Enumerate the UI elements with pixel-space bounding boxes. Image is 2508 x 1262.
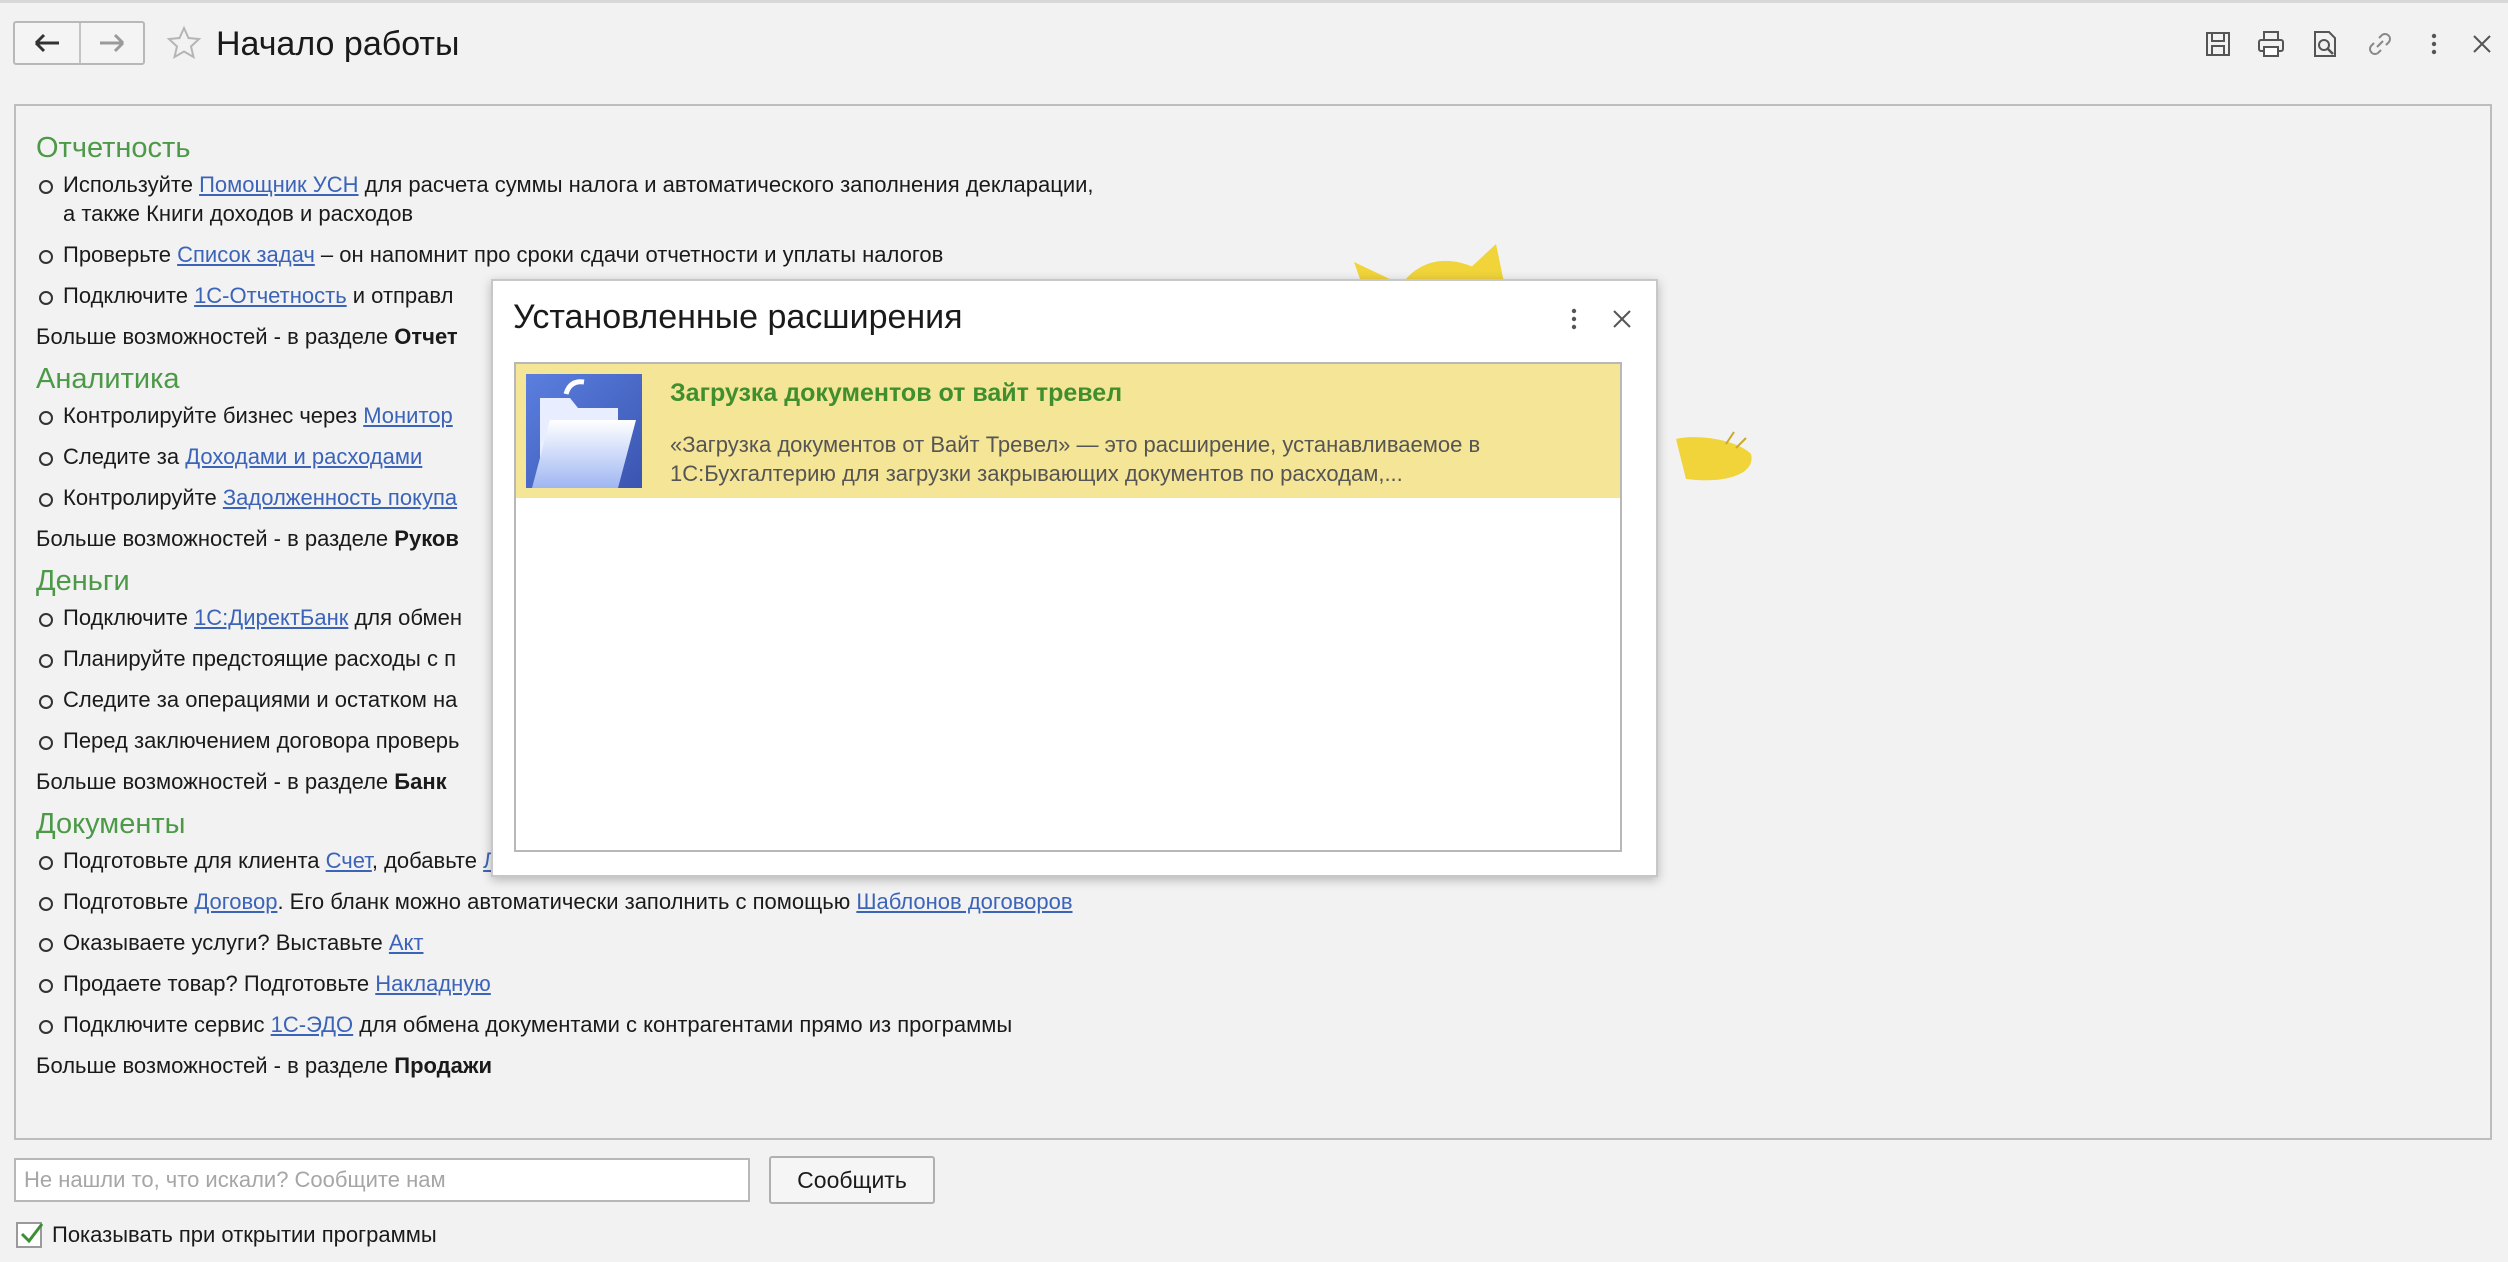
item-text: Перед заключением договора проверь <box>63 728 460 753</box>
preview-icon <box>2314 31 2336 57</box>
help-link[interactable]: Доходами и расходами <box>185 444 422 469</box>
section-name[interactable]: Руков <box>394 526 459 551</box>
show-on-open-option[interactable]: Показывать при открытии программы <box>16 1222 437 1248</box>
help-link[interactable]: 1С-ЭДО <box>271 1012 354 1037</box>
header: Начало работы <box>0 0 2508 90</box>
item-text: Используйте <box>63 172 200 197</box>
show-on-open-label: Показывать при открытии программы <box>52 1222 437 1247</box>
save-button[interactable] <box>2200 26 2236 62</box>
item-text: . Его бланк можно автоматически заполнит… <box>277 889 857 914</box>
extension-description: «Загрузка документов от Вайт Тревел» — э… <box>670 430 1600 488</box>
section-name[interactable]: Отчет <box>394 324 457 349</box>
list-item: Используйте Помощник УСН для расчета сум… <box>36 170 1736 228</box>
item-text: для расчета суммы налога и автоматическо… <box>358 172 1094 197</box>
link-button[interactable] <box>2362 26 2398 62</box>
preview-button[interactable] <box>2307 26 2343 62</box>
forward-arrow-icon <box>100 33 125 53</box>
report-button[interactable]: Сообщить <box>769 1156 935 1204</box>
item-text: Контролируйте <box>63 485 223 510</box>
help-link[interactable]: Договор <box>194 889 277 914</box>
help-link[interactable]: 1С:ДиректБанк <box>194 605 348 630</box>
more-features-label: Больше возможностей - в разделе <box>36 769 395 794</box>
help-link[interactable]: Накладную <box>375 971 491 996</box>
back-arrow-icon <box>34 33 59 53</box>
back-button[interactable] <box>15 23 79 63</box>
item-text: а также Книги доходов и расходов <box>63 201 414 226</box>
section-name[interactable]: Продажи <box>394 1053 492 1078</box>
installed-extensions-dialog: Установленные расширения Загрузка докуме… <box>491 279 1658 877</box>
item-text: Подготовьте для клиента <box>63 848 326 873</box>
help-link[interactable]: Счет <box>326 848 372 873</box>
show-on-open-checkbox[interactable] <box>16 1222 44 1248</box>
item-text: Контролируйте бизнес через <box>63 403 364 428</box>
list-item: Подготовьте Договор. Его бланк можно авт… <box>36 887 1736 916</box>
more-icon <box>2431 33 2437 55</box>
help-link[interactable]: Список задач <box>177 242 315 267</box>
item-text: для обмена документами с контрагентами п… <box>353 1012 1013 1037</box>
item-text: – он напомнит про сроки сдачи отчетности… <box>314 242 944 267</box>
item-text: для обмен <box>348 605 463 630</box>
nav-buttons <box>13 21 145 65</box>
more-features-label: Больше возможностей - в разделе <box>36 324 395 349</box>
checkmark-icon <box>20 1223 44 1244</box>
help-link[interactable]: Задолженность покупа <box>223 485 457 510</box>
help-link[interactable]: Помощник УСН <box>199 172 358 197</box>
close-icon[interactable] <box>1608 305 1636 333</box>
item-text: Подготовьте <box>63 889 195 914</box>
extension-description-line: «Загрузка документов от Вайт Тревел» — э… <box>670 432 1481 457</box>
item-text: Оказываете услуги? Выставьте <box>63 930 389 955</box>
section-name[interactable]: Банк <box>394 769 446 794</box>
extension-name: Загрузка документов от вайт тревел <box>670 379 1123 407</box>
extension-folder-icon <box>526 374 642 488</box>
extension-description-line: 1С:Бухгалтерию для загрузки закрывающих … <box>670 461 1403 486</box>
help-link[interactable]: 1С-Отчетность <box>194 283 347 308</box>
extensions-list[interactable]: Загрузка документов от вайт тревел «Загр… <box>514 362 1622 852</box>
more-features-label: Больше возможностей - в разделе <box>36 526 395 551</box>
link-icon <box>2369 33 2391 55</box>
help-link[interactable]: Монитор <box>363 403 453 428</box>
more-features-text: Больше возможностей - в разделе Продажи <box>36 1051 1736 1080</box>
help-link[interactable]: Акт <box>389 930 424 955</box>
help-link[interactable]: Шаблонов договоров <box>856 889 1072 914</box>
item-text: Подключите <box>63 605 195 630</box>
forward-button[interactable] <box>79 23 143 63</box>
list-item: Продаете товар? Подготовьте Накладную <box>36 969 1736 998</box>
item-text: , добавьте <box>371 848 484 873</box>
list-item: Оказываете услуги? Выставьте Акт <box>36 928 1736 957</box>
feedback-input[interactable] <box>14 1158 750 1202</box>
save-icon <box>2206 32 2230 56</box>
print-icon <box>2258 31 2284 57</box>
more-features-label: Больше возможностей - в разделе <box>36 1053 395 1078</box>
close-icon <box>2473 35 2491 53</box>
item-text: Следите за операциями и остатком на <box>63 687 458 712</box>
more-icon[interactable] <box>1562 305 1586 333</box>
item-text: Проверьте <box>63 242 178 267</box>
dialog-title: Установленные расширения <box>513 298 963 336</box>
item-text: Продаете товар? Подготовьте <box>63 971 376 996</box>
item-text: Подключите <box>63 283 195 308</box>
item-text: Подключите сервис <box>63 1012 271 1037</box>
page-title: Начало работы <box>216 25 460 63</box>
more-menu-button[interactable] <box>2416 26 2452 62</box>
list-item: Подключите сервис 1С-ЭДО для обмена доку… <box>36 1010 1736 1039</box>
star-icon[interactable] <box>166 25 202 61</box>
list-item[interactable]: Загрузка документов от вайт тревел «Загр… <box>516 364 1620 498</box>
section-title: Отчетность <box>36 132 191 164</box>
item-text: и отправл <box>346 283 454 308</box>
print-button[interactable] <box>2253 26 2289 62</box>
item-text: Следите за <box>63 444 186 469</box>
item-text: Планируйте предстоящие расходы с п <box>63 646 456 671</box>
close-window-button[interactable] <box>2464 26 2500 62</box>
